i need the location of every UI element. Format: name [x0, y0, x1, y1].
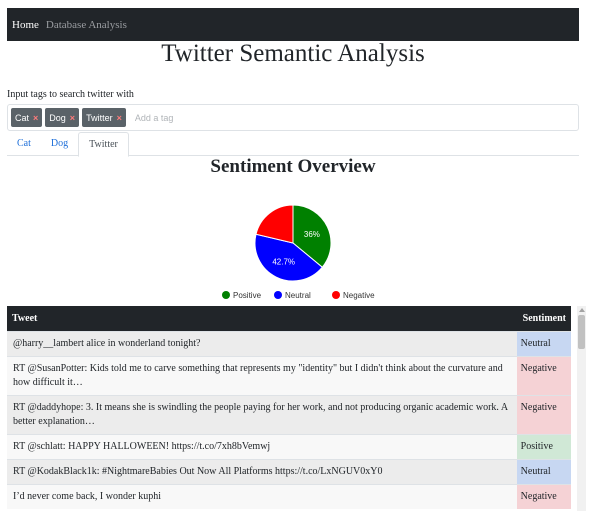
- tweet-cell: RT @schlatt: HAPPY HALLOWEEN! https://t.…: [7, 433, 517, 459]
- sentiment-column-header: Sentiment: [516, 306, 571, 331]
- remove-tag-icon[interactable]: ×: [70, 113, 75, 123]
- sentiment-overview-title: Sentiment Overview: [210, 156, 376, 177]
- tag-chip-cat: Cat ×: [11, 108, 43, 127]
- scrollbar-thumb[interactable]: [578, 315, 585, 349]
- sentiment-chart-card: 36% 42.7% Positive Neutral Negative: [7, 183, 579, 307]
- tag-chip-twitter: Twitter ×: [82, 108, 126, 127]
- sentiment-cell: Negative: [516, 355, 571, 395]
- tweet-cell: I’d never come back, I wonder kuphi: [7, 483, 517, 509]
- page-title: Twitter Semantic Analysis: [161, 40, 425, 67]
- tweet-table: Tweet Sentiment @harry__lambert alice in…: [7, 306, 571, 509]
- sentiment-cell: Neutral: [516, 330, 571, 356]
- table-scrollbar[interactable]: [577, 306, 586, 511]
- table-row: RT @KodakBlack1k: #NightmareBabies Out N…: [7, 458, 571, 484]
- tweet-cell: RT @KodakBlack1k: #NightmareBabies Out N…: [7, 458, 517, 484]
- table-row: RT @SusanPotter: Kids told me to carve s…: [7, 355, 571, 395]
- tag-input-label: Input tags to search twitter with: [7, 89, 134, 100]
- table-row: I’d never come back, I wonder kuphi Negat…: [7, 483, 571, 509]
- add-tag-input[interactable]: [134, 112, 255, 123]
- tag-tabs: Cat Dog Twitter: [7, 132, 579, 157]
- nav-home-link[interactable]: Home: [12, 19, 39, 31]
- tag-chip-dog: Dog ×: [45, 108, 80, 127]
- tweet-cell: @harry__lambert alice in wonderland toni…: [7, 330, 517, 356]
- legend-label-positive[interactable]: Positive: [233, 291, 262, 300]
- tag-input-box[interactable]: Cat × Dog × Twitter ×: [7, 104, 579, 131]
- tab-twitter[interactable]: Twitter: [78, 132, 129, 157]
- pie-data-label: 42.7%: [272, 258, 295, 267]
- tag-chip-label: Twitter: [86, 112, 113, 123]
- tag-chip-label: Dog: [49, 112, 66, 123]
- tweet-table-container[interactable]: Tweet Sentiment @harry__lambert alice in…: [7, 306, 571, 511]
- tweet-column-header: Tweet: [7, 306, 517, 331]
- scroll-up-arrow-icon[interactable]: [579, 308, 585, 312]
- tab-cat[interactable]: Cat: [7, 132, 41, 156]
- legend-marker-neutral[interactable]: [274, 291, 282, 299]
- table-row: RT @schlatt: HAPPY HALLOWEEN! https://t.…: [7, 433, 571, 459]
- tab-dog[interactable]: Dog: [41, 132, 78, 156]
- sentiment-cell: Positive: [516, 433, 571, 459]
- tweet-cell: RT @daddyhope: 3. It means she is swindl…: [7, 394, 517, 434]
- table-row: @harry__lambert alice in wonderland toni…: [7, 330, 571, 356]
- tag-chip-label: Cat: [15, 112, 30, 123]
- sentiment-cell: Negative: [516, 483, 571, 509]
- sentiment-cell: Neutral: [516, 458, 571, 484]
- remove-tag-icon[interactable]: ×: [33, 113, 38, 123]
- tweet-cell: RT @SusanPotter: Kids told me to carve s…: [7, 355, 517, 395]
- legend-marker-negative[interactable]: [332, 291, 340, 299]
- table-header-row: Tweet Sentiment: [7, 306, 571, 331]
- sentiment-cell: Negative: [516, 394, 571, 434]
- remove-tag-icon[interactable]: ×: [117, 113, 122, 123]
- table-row: RT @daddyhope: 3. It means she is swindl…: [7, 394, 571, 434]
- top-navbar: Home Database Analysis: [7, 8, 579, 41]
- legend-label-negative[interactable]: Negative: [343, 291, 375, 300]
- sentiment-pie-chart: 36% 42.7% Positive Neutral Negative: [222, 204, 375, 300]
- legend-label-neutral[interactable]: Neutral: [285, 291, 311, 300]
- pie-data-label: 36%: [304, 230, 320, 239]
- nav-database-analysis-link[interactable]: Database Analysis: [46, 19, 127, 31]
- legend-marker-positive[interactable]: [222, 291, 230, 299]
